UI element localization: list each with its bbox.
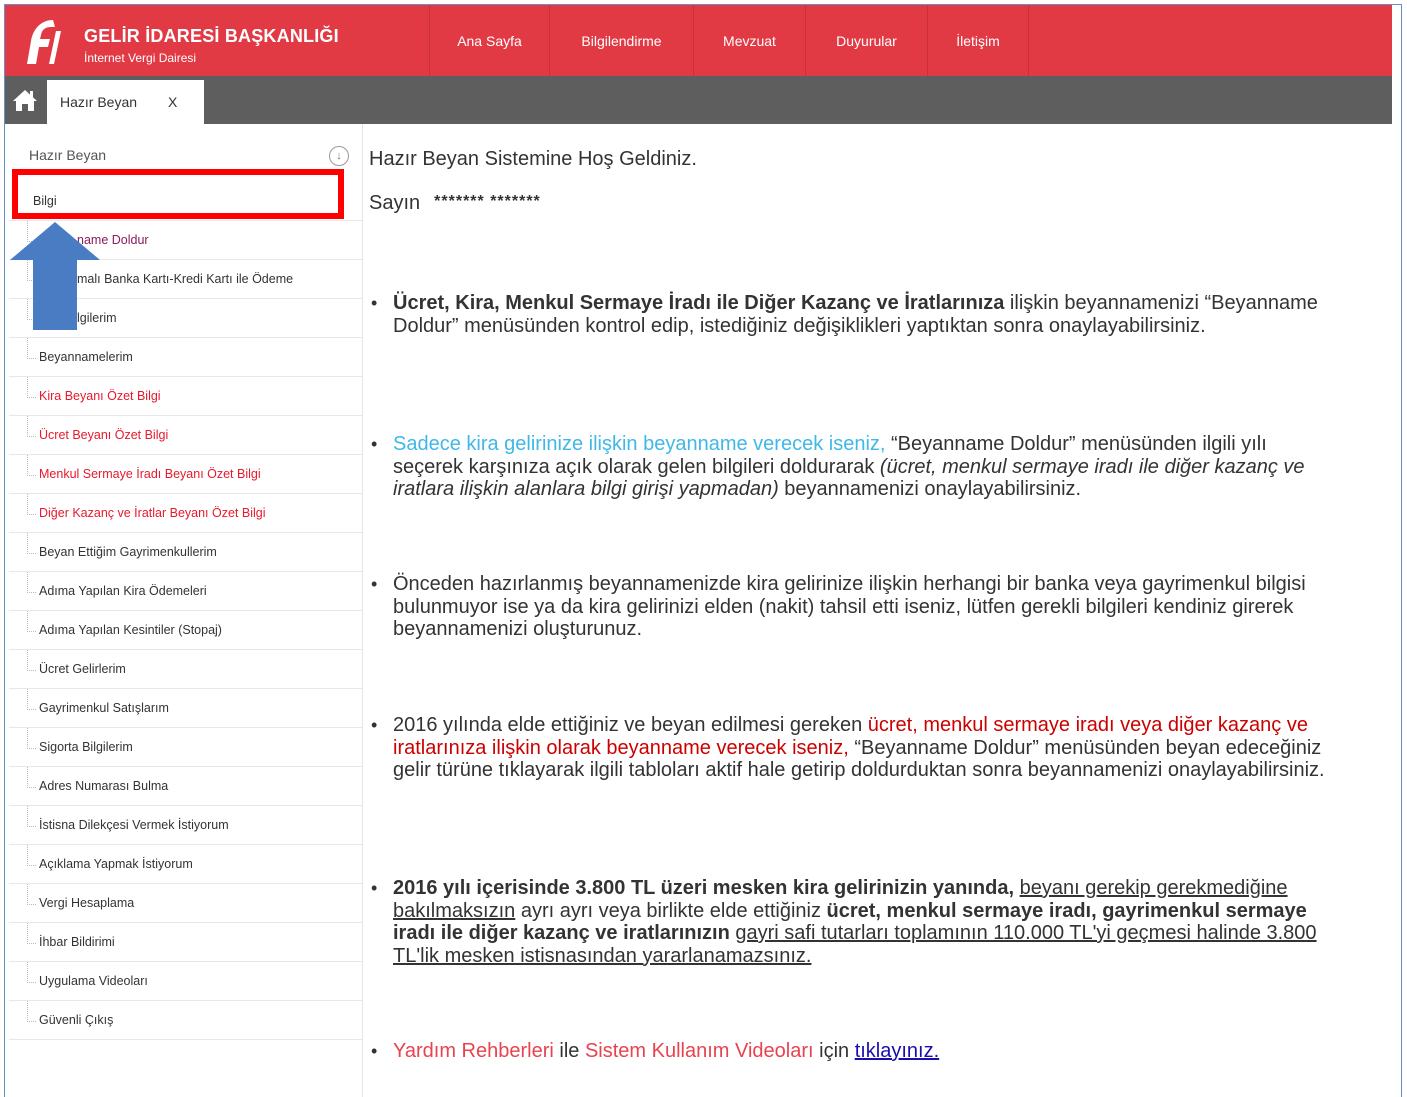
sidebar-item-videolar[interactable]: Uygulama Videoları xyxy=(9,962,362,1001)
sidebar-item-kira-odemeleri[interactable]: Adıma Yapılan Kira Ödemeleri xyxy=(9,572,362,611)
sidebar-item-istisna[interactable]: İstisna Dilekçesi Vermek İstiyorum xyxy=(9,806,362,845)
sidebar-item-ucret-gelirlerim[interactable]: Ücret Gelirlerim xyxy=(9,650,362,689)
sidebar-item-gayrimenkullerim[interactable]: Beyan Ettiğim Gayrimenkullerim xyxy=(9,533,362,572)
p2-end: beyannamenizi onaylayabilirsiniz. xyxy=(778,478,1082,500)
sidebar-item-gayrimenkul-satislarim[interactable]: Gayrimenkul Satışlarım xyxy=(9,689,362,728)
sidebar-item-menkul-ozet[interactable]: Menkul Sermaye İradı Beyanı Özet Bilgi xyxy=(9,455,362,494)
sidebar-item-vergi-hesaplama[interactable]: Vergi Hesaplama xyxy=(9,884,362,923)
top-header: GELİR İDARESİ BAŞKANLIĞI İnternet Vergi … xyxy=(5,5,1392,76)
sidebar-item-kesintiler[interactable]: Adıma Yapılan Kesintiler (Stopaj) xyxy=(9,611,362,650)
nav-bilgilendirme[interactable]: Bilgilendirme xyxy=(549,5,693,76)
info-paragraph-6: Yardım Rehberleri ile Sistem Kullanım Vi… xyxy=(369,1040,1329,1063)
tab-hazir-beyan[interactable]: Hazır Beyan X xyxy=(47,80,204,124)
p2-cyan: Sadece kira gelirinize ilişkin beyanname… xyxy=(393,433,886,455)
tab-bar: Hazır Beyan X xyxy=(5,76,1392,124)
welcome-title: Hazır Beyan Sistemine Hoş Geldiniz. xyxy=(369,148,697,170)
info-paragraph-2: Sadece kira gelirinize ilişkin beyanname… xyxy=(369,433,1329,501)
sidebar-item-sigorta[interactable]: Sigorta Bilgilerim xyxy=(9,728,362,767)
nav-duyurular[interactable]: Duyurular xyxy=(805,5,927,76)
sidebar-item-kira-ozet[interactable]: Kira Beyanı Özet Bilgi xyxy=(9,377,362,416)
p6-videos: Sistem Kullanım Videoları xyxy=(584,1040,814,1062)
home-icon xyxy=(13,90,37,111)
p6-mid2: için xyxy=(813,1040,855,1062)
info-paragraph-3: Önceden hazırlanmış beyannamenizde kira … xyxy=(369,573,1329,641)
brand-subtitle: İnternet Vergi Dairesi xyxy=(84,51,197,65)
greeting-label: Sayın xyxy=(369,192,421,214)
sidebar-item-ihbar[interactable]: İhbar Bildirimi xyxy=(9,923,362,962)
p4-start: 2016 yılında elde ettiğiniz ve beyan edi… xyxy=(393,714,868,736)
main-nav: Ana Sayfa Bilgilendirme Mevzuat Duyurula… xyxy=(429,5,1029,76)
p3-text: Önceden hazırlanmış beyannamenizde kira … xyxy=(393,573,1306,640)
nav-iletisim[interactable]: İletişim xyxy=(927,5,1029,76)
arrow-down-icon: ↓ xyxy=(336,150,342,162)
info-paragraph-5: 2016 yılı içerisinde 3.800 TL üzeri mesk… xyxy=(369,877,1329,967)
nav-ana-sayfa[interactable]: Ana Sayfa xyxy=(429,5,549,76)
greeting: Sayın ******* ******* xyxy=(369,192,541,215)
masked-user-name: ******* ******* xyxy=(434,193,541,210)
sidebar-item-diger-ozet[interactable]: Diğer Kazanç ve İratlar Beyanı Özet Bilg… xyxy=(9,494,362,533)
sidebar-item-guvenli-cikis[interactable]: Güvenli Çıkış xyxy=(9,1001,362,1040)
tab-close-button[interactable]: X xyxy=(168,94,177,110)
p6-mid1: ile xyxy=(553,1040,585,1062)
nav-mevzuat[interactable]: Mevzuat xyxy=(693,5,805,76)
click-here-link[interactable]: tıklayınız. xyxy=(855,1040,939,1062)
p6-help-guides: Yardım Rehberleri xyxy=(393,1040,554,1062)
sidebar-header: Hazır Beyan xyxy=(29,147,107,163)
home-button[interactable] xyxy=(5,76,45,124)
brand-title: GELİR İDARESİ BAŞKANLIĞI xyxy=(84,26,339,46)
info-paragraph-1: Ücret, Kira, Menkul Sermaye İradı ile Di… xyxy=(369,292,1329,337)
info-paragraph-4: 2016 yılında elde ettiğiniz ve beyan edi… xyxy=(369,714,1329,782)
highlight-box xyxy=(12,169,344,219)
sidebar-item-aciklama[interactable]: Açıklama Yapmak İstiyorum xyxy=(9,845,362,884)
sidebar-item-ucret-ozet[interactable]: Ücret Beyanı Özet Bilgi xyxy=(9,416,362,455)
arrow-up-icon xyxy=(10,222,100,330)
p5-mid: ayrı ayrı veya birlikte elde ettiğiniz xyxy=(515,899,827,922)
collapse-toggle[interactable]: ↓ xyxy=(329,146,349,166)
gib-logo-icon xyxy=(27,20,61,64)
sidebar-item-adres-numarasi[interactable]: Adres Numarası Bulma xyxy=(9,767,362,806)
p5-bold1: 2016 yılı içerisinde 3.800 TL üzeri mesk… xyxy=(393,877,1015,899)
p1-bold: Ücret, Kira, Menkul Sermaye İradı ile Di… xyxy=(393,292,1005,314)
tab-label: Hazır Beyan xyxy=(60,94,138,110)
sidebar-item-beyannamelerim[interactable]: Beyannamelerim xyxy=(9,338,362,377)
